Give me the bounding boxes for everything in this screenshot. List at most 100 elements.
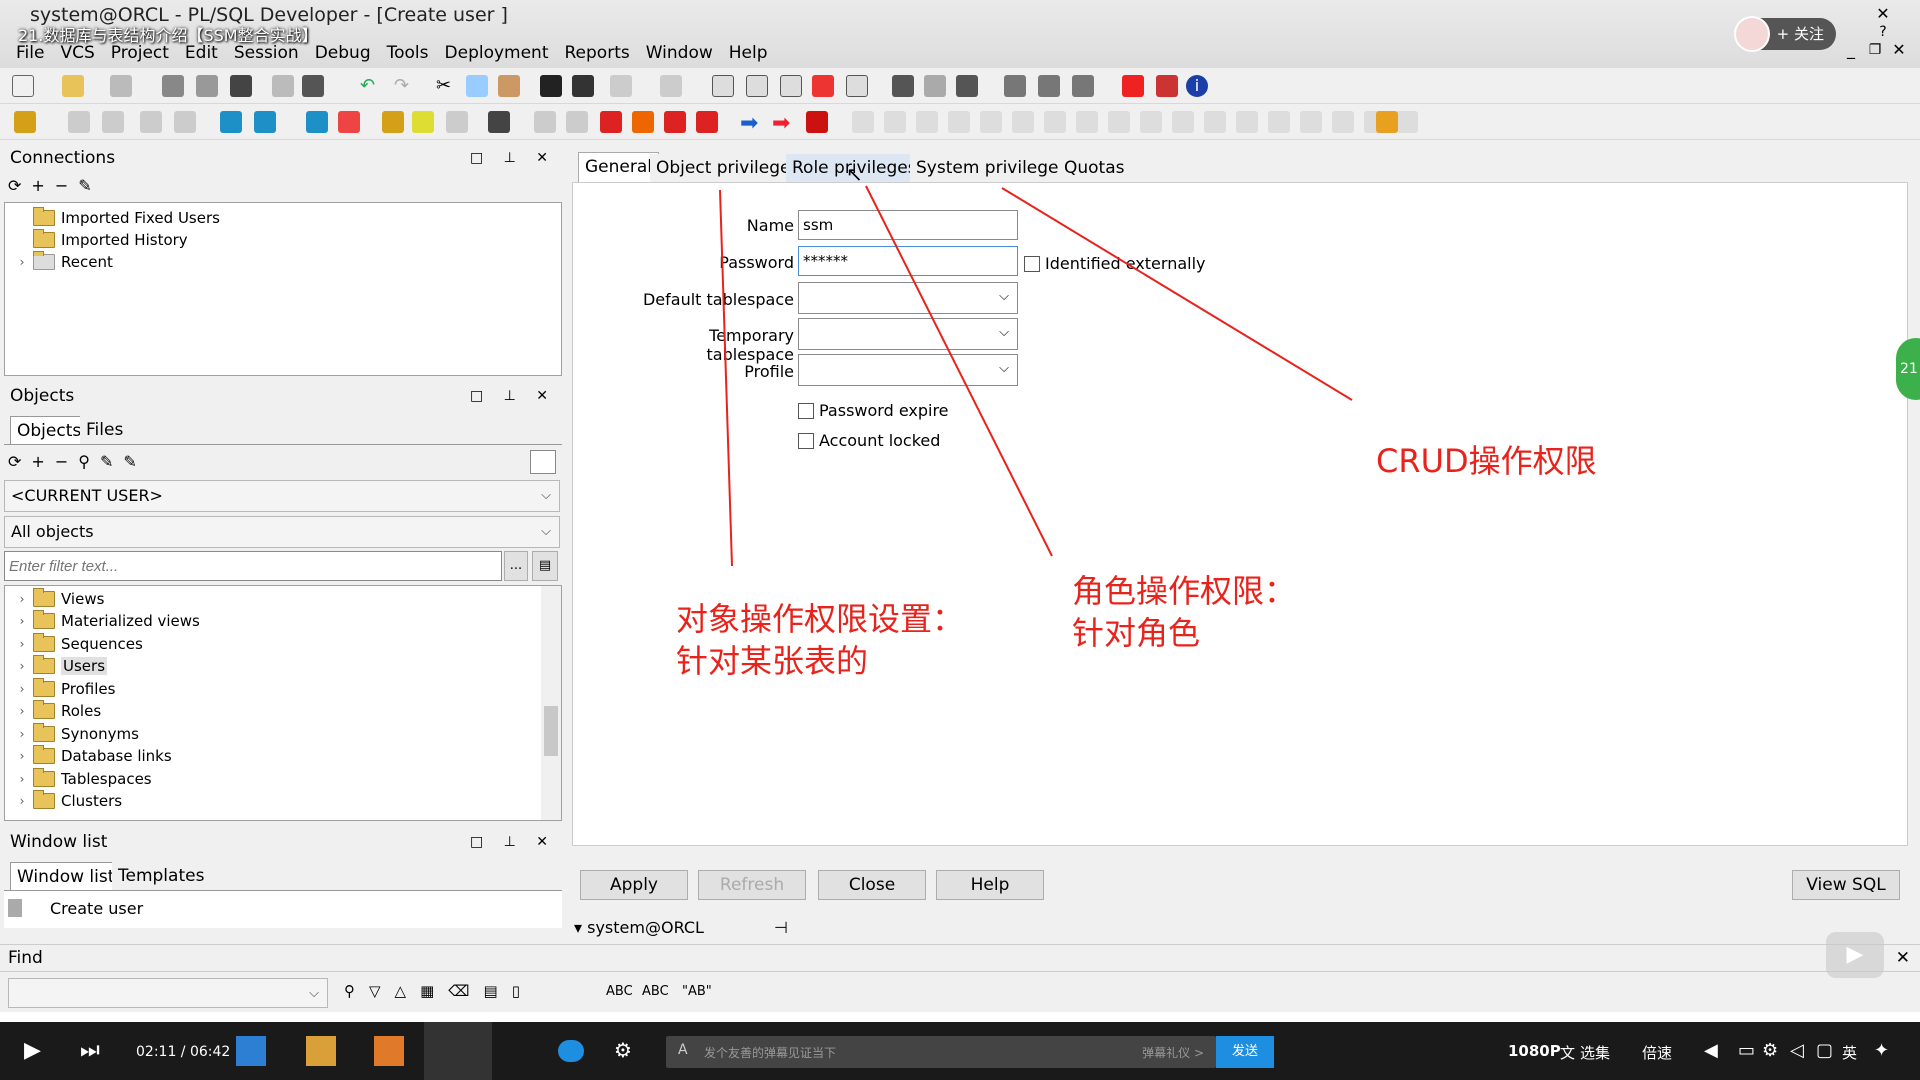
split-icon[interactable] [1072,75,1094,97]
database-icon[interactable] [220,111,242,133]
save-as-icon[interactable] [230,75,252,97]
save-icon[interactable] [162,75,184,97]
undo-icon[interactable]: ↶ [360,75,382,97]
step-over-icon[interactable] [884,111,906,133]
tab-templates[interactable]: Templates [112,862,211,890]
redo-icon[interactable]: ↷ [394,75,416,97]
binoculars-icon[interactable]: ⚲ [344,982,369,1000]
diagram-icon[interactable] [446,111,468,133]
tree-item-selected[interactable]: › Users [15,655,108,677]
wrench-icon[interactable] [488,111,510,133]
unindent-icon[interactable] [746,75,768,97]
run-to-cursor-icon[interactable] [948,111,970,133]
password-input[interactable]: ****** [798,246,1018,276]
case-sensitive-icon[interactable]: ABC [606,984,633,999]
trace-icon[interactable] [1140,111,1162,133]
window-list-item[interactable]: Create user [50,899,143,918]
minimize-icon[interactable]: _ [1840,40,1862,60]
user-select[interactable]: <CURRENT USER> ⌵ [4,480,560,512]
chevron-right-icon[interactable]: › [15,255,29,269]
app-icon[interactable] [236,1036,266,1066]
password-expire-checkbox[interactable]: Password expire [798,401,949,420]
layout-icon[interactable] [1038,75,1060,97]
danmaku-input[interactable]: A 发个友善的弹幕见证当下 弹幕礼仪 > [666,1036,1216,1068]
chevron-right-icon[interactable]: › [15,637,29,651]
run-icon[interactable] [102,111,124,133]
name-input[interactable]: ssm [798,210,1018,240]
open-icon[interactable] [62,75,84,97]
quality-button[interactable]: 1080P [1508,1042,1561,1060]
tree-item[interactable]: › Materialized views [15,610,200,632]
debug-start-icon[interactable] [600,111,622,133]
app-icon-2[interactable] [374,1036,404,1066]
restore-icon[interactable]: ❐ [1864,40,1886,60]
arrow-right-red-icon[interactable]: ➡ [772,111,794,136]
step-icon[interactable] [696,111,718,133]
import-icon[interactable] [1268,111,1290,133]
remove-icon[interactable]: − [55,176,78,195]
arrow-right-blue-icon[interactable]: ➡ [740,111,762,136]
edit-icon[interactable]: ✎ [100,452,123,471]
menu-edit[interactable]: Edit [177,40,226,66]
active-app[interactable] [424,1022,492,1080]
info-icon[interactable]: i [1186,75,1208,97]
next-icon[interactable]: ⏭ [80,1038,100,1063]
refresh-icon[interactable]: ⟳ [8,176,31,195]
danmaku-settings-icon[interactable]: ⚙ [614,1038,632,1062]
menu-help[interactable]: Help [721,40,776,66]
chevron-right-icon[interactable]: › [15,659,29,673]
eraser-icon[interactable] [534,111,556,133]
window-tile-icon[interactable] [892,75,914,97]
chapter-badge[interactable]: 21 [1896,338,1920,400]
debug-stop-icon[interactable] [632,111,654,133]
mdi-close-icon[interactable]: ✕ [1888,40,1910,60]
view-sql-button[interactable]: View SQL [1792,870,1900,900]
tree-item[interactable]: Imported Fixed Users [15,207,220,229]
stack-icon[interactable] [1012,111,1034,133]
printer-icon[interactable] [302,75,324,97]
regex-icon[interactable]: "AB" [682,984,712,999]
sync-icon[interactable] [1332,111,1354,133]
variables-icon[interactable] [1044,111,1066,133]
close-icon[interactable]: ✕ [1872,4,1894,24]
profile-select[interactable]: ⌵ [798,354,1018,386]
speed-button[interactable]: 倍速 [1642,1042,1672,1063]
find-next-icon[interactable] [572,75,594,97]
export-icon[interactable] [1236,111,1258,133]
find-next-icon[interactable]: ▽ [369,982,395,1000]
tree-item[interactable]: › Clusters [15,790,122,812]
tree-item[interactable]: Imported History [15,229,188,251]
apply-button[interactable]: Apply [580,870,688,900]
scrollbar-thumb[interactable] [544,706,558,756]
menu-tools[interactable]: Tools [379,40,437,66]
tree-item[interactable]: › Roles [15,700,101,722]
save-all-icon[interactable] [196,75,218,97]
sql-window-icon[interactable] [254,111,276,133]
compare-icon[interactable] [1204,111,1226,133]
tab-system-privileges[interactable]: System privileges [910,154,1074,182]
oracle-icon[interactable] [1122,75,1144,97]
folder-app-icon[interactable] [306,1036,336,1066]
forward-icon[interactable] [660,75,682,97]
chevron-right-icon[interactable]: › [15,614,29,628]
chevron-right-icon[interactable]: › [15,592,29,606]
eraser-icon[interactable]: ⌫ [448,982,483,1000]
add-icon[interactable]: + [31,176,54,195]
copy-icon[interactable] [466,75,488,97]
step-into-icon[interactable] [852,111,874,133]
fullscreen-icon[interactable]: ▢ [1816,1040,1833,1061]
chevron-right-icon[interactable]: › [15,794,29,808]
filter-options-button[interactable]: ... [504,551,528,581]
mute-icon[interactable]: ◁ [1790,1040,1804,1061]
menu-session[interactable]: Session [226,40,307,66]
cut-icon[interactable]: ✂ [436,75,458,97]
panel-controls[interactable]: □ ⊥ ✕ [470,828,556,856]
add-icon[interactable]: + [31,452,54,471]
back-icon[interactable] [610,75,632,97]
paste-icon[interactable] [498,75,520,97]
binoculars-icon[interactable]: ⚲ [78,452,100,471]
watch-icon[interactable] [980,111,1002,133]
window-cascade-icon[interactable] [924,75,946,97]
format-icon[interactable] [846,75,868,97]
session-icon[interactable] [1004,75,1026,97]
